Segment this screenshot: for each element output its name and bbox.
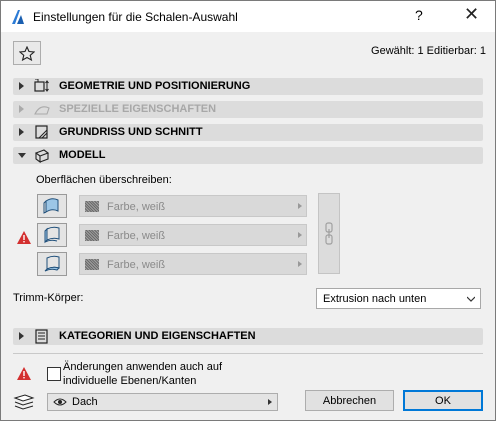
warning-icon (17, 231, 31, 244)
material-swatch-icon (85, 259, 99, 270)
section-floorplan-section[interactable]: GRUNDRISS UND SCHNITT (13, 124, 483, 141)
section-model[interactable]: MODELL (13, 147, 483, 164)
chain-link-icon (325, 222, 333, 245)
material-swatch-icon (85, 230, 99, 241)
surface-override-toggle-edge[interactable] (37, 252, 67, 276)
link-surfaces-button (318, 193, 340, 274)
section-label: GEOMETRIE UND POSITIONIERUNG (59, 80, 251, 92)
archicad-app-icon (12, 10, 24, 24)
dialog-title: Einstellungen für die Schalen-Auswahl (33, 10, 238, 24)
chevron-right-icon (298, 261, 302, 267)
surface-material-edge: Farbe, weiß (79, 253, 307, 275)
chevron-right-icon (298, 203, 302, 209)
expand-arrow-icon (19, 105, 24, 113)
surface-opposite-icon (44, 226, 60, 244)
ok-button[interactable]: OK (403, 390, 483, 411)
selection-status: Gewählt: 1 Editierbar: 1 (371, 45, 486, 57)
expand-arrow-icon (19, 332, 24, 340)
favorites-button[interactable] (13, 41, 41, 65)
trim-body-select[interactable]: Extrusion nach unten (316, 288, 481, 309)
surface-override-toggle-opposite[interactable] (37, 223, 67, 247)
section-label: KATEGORIEN UND EIGENSCHAFTEN (59, 330, 256, 342)
floorplan-section-icon (35, 125, 48, 139)
section-label: SPEZIELLE EIGENSCHAFTEN (59, 103, 217, 115)
layers-icon (13, 394, 35, 410)
apply-label-line1: Änderungen anwenden auch auf (63, 361, 223, 373)
trim-body-label: Trimm-Körper: (13, 292, 84, 304)
title-bar: Einstellungen für die Schalen-Auswahl ? … (1, 1, 495, 32)
divider (13, 353, 483, 354)
warning-icon (17, 367, 31, 380)
close-button[interactable]: ✕ (464, 4, 479, 25)
material-name: Farbe, weiß (107, 201, 166, 213)
override-surfaces-label: Oberflächen überschreiben: (36, 174, 172, 186)
surface-material-opposite: Farbe, weiß (79, 224, 307, 246)
surface-edge-icon (44, 255, 60, 272)
geometry-icon (34, 79, 49, 92)
star-icon (19, 45, 35, 61)
expand-arrow-icon (19, 128, 24, 136)
expand-arrow-icon (19, 82, 24, 90)
model-icon (34, 149, 50, 163)
cancel-button[interactable]: Abbrechen (305, 390, 394, 411)
collapse-arrow-icon (18, 153, 26, 158)
trim-body-value: Extrusion nach unten (323, 293, 427, 305)
special-props-icon (34, 106, 50, 115)
categories-icon (35, 329, 48, 344)
material-swatch-icon (85, 201, 99, 212)
section-label: MODELL (59, 149, 106, 161)
chevron-down-icon (467, 296, 475, 302)
material-name: Farbe, weiß (107, 259, 166, 271)
eye-icon (53, 398, 67, 406)
surface-reference-icon (43, 198, 59, 214)
layer-select[interactable]: Dach (47, 393, 278, 411)
surface-override-toggle-reference[interactable] (37, 194, 67, 218)
section-geometry[interactable]: GEOMETRIE UND POSITIONIERUNG (13, 78, 483, 95)
help-button[interactable]: ? (415, 7, 423, 23)
section-label: GRUNDRISS UND SCHNITT (59, 126, 203, 138)
material-name: Farbe, weiß (107, 230, 166, 242)
settings-dialog: Einstellungen für die Schalen-Auswahl ? … (0, 0, 496, 421)
layer-value: Dach (72, 396, 98, 408)
section-categories[interactable]: KATEGORIEN UND EIGENSCHAFTEN (13, 328, 483, 345)
surface-material-reference: Farbe, weiß (79, 195, 307, 217)
chevron-right-icon (298, 232, 302, 238)
section-special-properties: SPEZIELLE EIGENSCHAFTEN (13, 101, 483, 118)
chevron-right-icon (268, 399, 272, 405)
apply-to-individual-checkbox[interactable] (47, 367, 61, 381)
apply-label-line2: individuelle Ebenen/Kanten (63, 375, 197, 387)
